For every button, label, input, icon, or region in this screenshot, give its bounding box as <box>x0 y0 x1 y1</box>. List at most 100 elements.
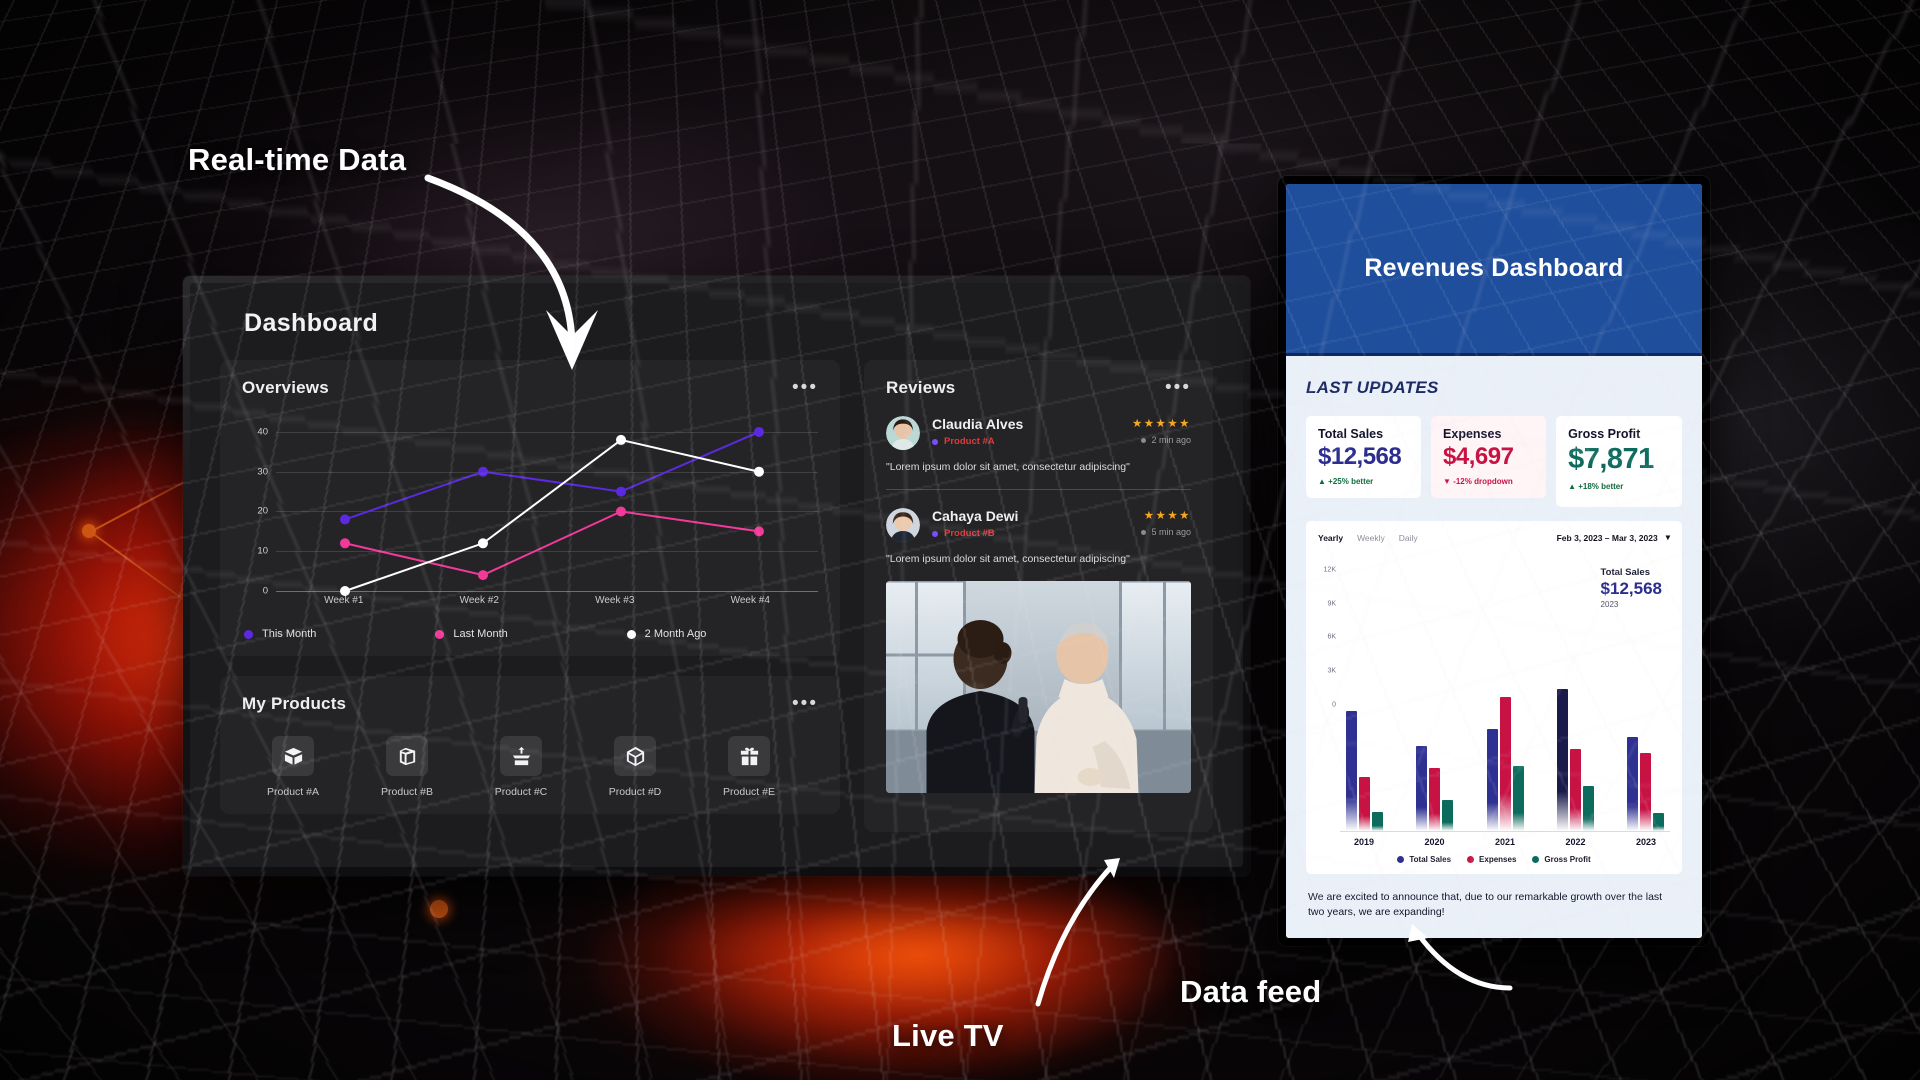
line-chart-x-tick: Week #4 <box>730 595 770 606</box>
bar-chart-y-tick: 6K <box>1327 633 1336 641</box>
overviews-menu-icon[interactable]: ••• <box>792 378 818 397</box>
date-range-label: Feb 3, 2023 – Mar 3, 2023 <box>1556 532 1658 543</box>
bar-chart-y-tick: 12K <box>1323 566 1336 574</box>
my-products-title: My Products <box>242 694 347 713</box>
legend-color-dot <box>244 629 253 639</box>
kpi-delta: ▲ +18% better <box>1568 482 1670 491</box>
line-chart-data-point <box>478 538 488 549</box>
review-meta: Claudia Alves Product #A <box>932 416 1120 447</box>
legend-label: Expenses <box>1479 854 1517 864</box>
kpi-delta: ▲ +25% better <box>1318 477 1409 486</box>
my-products-menu-icon[interactable]: ••• <box>792 694 818 713</box>
reviews-title: Reviews <box>886 378 956 397</box>
tv-screen: Dashboard Overviews ••• 0 10 20 30 40 Week #… <box>190 283 1243 867</box>
chart-toolbar: Yearly Weekly Daily Feb 3, 2023 – Mar 3, 2… <box>1318 532 1670 543</box>
bar <box>1416 746 1428 831</box>
bar <box>1346 711 1357 831</box>
legend-color-dot <box>1467 855 1475 863</box>
star-rating-icon: ★★★★★ <box>1131 418 1191 430</box>
kpi-card: Total Sales $12,568 ▲ +25% better <box>1306 416 1422 498</box>
bar-chart-x-tick: 2022 <box>1565 836 1586 847</box>
product-label: Product #A <box>267 786 319 798</box>
legend-color-dot <box>435 629 445 639</box>
line-chart-data-point <box>616 434 626 445</box>
time-dot-icon <box>1141 529 1147 535</box>
legend-color-dot <box>626 629 636 639</box>
line-chart-legend-item: Last Month <box>435 628 626 640</box>
tv-monitor-frame: Dashboard Overviews ••• 0 10 20 30 40 Week #… <box>183 276 1250 876</box>
cube-box-icon <box>614 736 656 776</box>
review-text: "Lorem ipsum dolor sit amet, consectetur… <box>886 553 1130 565</box>
footer-announcement-text: We are excited to announce that, due to … <box>1308 890 1663 918</box>
tablet-body: LAST UPDATES Total Sales $12,568 ▲ +25% be… <box>1286 356 1702 874</box>
live-tv-photo <box>886 581 1191 793</box>
bar <box>1429 768 1441 831</box>
product-item[interactable]: Product #C <box>476 736 566 798</box>
line-chart-data-point <box>340 538 350 549</box>
line-chart-data-point <box>340 514 350 525</box>
screenshot-stage: Dashboard Overviews ••• 0 10 20 30 40 Week #… <box>0 0 1920 1080</box>
date-range-selector[interactable]: Feb 3, 2023 – Mar 3, 2023 ▾ <box>1557 532 1670 543</box>
bar <box>1640 753 1651 831</box>
product-item[interactable]: Product #A <box>248 736 338 798</box>
line-chart-x-tick: Week #3 <box>595 595 635 606</box>
review-time-label: 5 min ago <box>1151 527 1191 537</box>
chart-tab-yearly[interactable]: Yearly <box>1318 533 1343 543</box>
bar-chart-axis-line <box>1340 830 1670 832</box>
legend-label: Gross Profit <box>1544 854 1591 864</box>
kpi-value: $12,568 <box>1318 443 1402 470</box>
line-chart-data-point <box>478 570 488 581</box>
product-item[interactable]: Product #B <box>362 736 452 798</box>
kpi-card: Expenses $4,697 ▼ -12% dropdown <box>1431 416 1547 498</box>
bar-chart-x-tick: 2023 <box>1635 836 1657 847</box>
dashboard-title: Dashboard <box>244 309 379 337</box>
line-chart-data-point <box>754 466 764 477</box>
bar-chart-groups <box>1346 553 1664 831</box>
legend-label: Total Sales <box>1409 854 1452 864</box>
line-chart-data-point <box>340 586 350 596</box>
bar-chart-y-tick: 3K <box>1327 667 1336 675</box>
product-item[interactable]: Product #E <box>704 736 794 798</box>
line-chart-data-point <box>616 506 626 517</box>
bar-chart-legend-item: Expenses <box>1467 855 1516 864</box>
my-products-card: My Products ••• Product #A Product #B Prod… <box>220 676 840 814</box>
bar <box>1512 765 1524 831</box>
reviews-list: Claudia Alves Product #A ★★★★★ 2 min ago "Lo… <box>886 398 1191 565</box>
bar-group <box>1556 689 1594 831</box>
review-time-label: 2 min ago <box>1151 435 1191 445</box>
bar <box>1653 812 1664 831</box>
bar-chart-y-tick: 0 <box>1332 701 1336 709</box>
product-color-dot <box>932 530 938 537</box>
bar-chart-x-tick: 2021 <box>1494 836 1516 847</box>
tablet-frame: Revenues Dashboard LAST UPDATES Total Sa… <box>1278 176 1710 946</box>
triangle-up-icon: ▲ <box>1318 477 1326 486</box>
bar-group <box>1346 711 1383 831</box>
line-chart-legend-item: This Month <box>244 628 435 640</box>
reviewer-name: Claudia Alves <box>932 416 1024 432</box>
bar <box>1569 748 1581 831</box>
triangle-down-icon: ▼ <box>1443 477 1451 486</box>
bar <box>1372 812 1383 831</box>
line-chart-data-point <box>616 486 626 497</box>
tablet-header-title: Revenues Dashboard <box>1364 254 1624 282</box>
star-rating-icon: ★★★★ <box>1143 510 1191 522</box>
bar-group <box>1486 697 1524 831</box>
bar-group <box>1627 737 1664 831</box>
time-dot-icon <box>1141 437 1147 443</box>
bar <box>1582 786 1594 831</box>
review-header: Cahaya Dewi Product #B ★★★★ 5 min ago <box>886 508 1191 542</box>
bar-chart-legend-item: Gross Profit <box>1532 854 1591 864</box>
reviewer-name: Cahaya Dewi <box>932 508 1019 524</box>
product-list: Product #A Product #B Product #C Product #D… <box>242 736 818 798</box>
tablet-header: Revenues Dashboard <box>1286 184 1702 356</box>
chart-tab-daily[interactable]: Daily <box>1399 533 1418 543</box>
reviews-menu-icon[interactable]: ••• <box>1165 378 1191 397</box>
product-item[interactable]: Product #D <box>590 736 680 798</box>
chart-tab-weekly[interactable]: Weekly <box>1357 533 1385 543</box>
line-chart-data-point <box>478 466 488 477</box>
line-chart-data-point <box>754 526 764 537</box>
revenues-chart-card: Yearly Weekly Daily Feb 3, 2023 – Mar 3, 2… <box>1306 521 1682 874</box>
kpi-delta-label: +18% better <box>1578 482 1624 491</box>
kpi-delta-label: +25% better <box>1328 477 1374 486</box>
reviews-card-header: Reviews ••• <box>886 378 1191 398</box>
